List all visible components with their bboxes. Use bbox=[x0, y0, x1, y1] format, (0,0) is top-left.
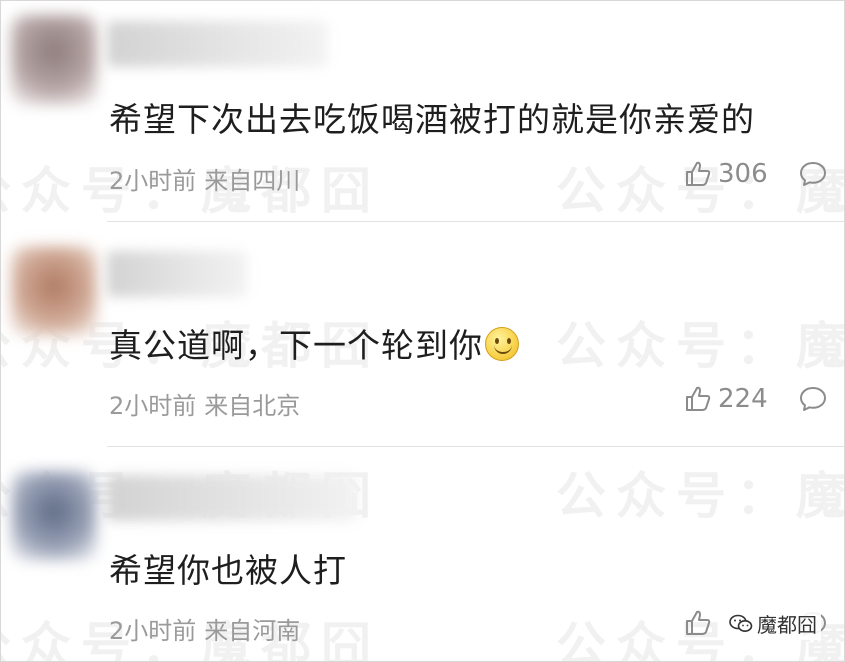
smile-emoji bbox=[485, 327, 519, 361]
divider bbox=[107, 221, 844, 222]
reply-icon[interactable] bbox=[798, 384, 828, 414]
comment-time: 2小时前 bbox=[109, 167, 197, 195]
avatar[interactable] bbox=[11, 246, 97, 336]
like-button[interactable]: 306 bbox=[684, 159, 768, 189]
comment-text: 希望下次出去吃饭喝酒被打的就是你亲爱的 bbox=[109, 100, 755, 139]
comment-location: 来自北京 bbox=[204, 392, 301, 420]
comment-feed: 公众号：魔都囧 公众号：魔都囧 公众号：魔都囧 公众号：魔都囧 公众号：魔都囧 … bbox=[0, 0, 845, 662]
comment-text: 希望你也被人打 bbox=[109, 551, 347, 590]
comment-meta: 2小时前 来自河南 bbox=[109, 611, 300, 646]
watermark: 公众号：魔都囧 bbox=[556, 467, 845, 525]
like-button[interactable]: 224 bbox=[684, 384, 768, 414]
reply-icon[interactable] bbox=[798, 159, 828, 189]
divider bbox=[107, 446, 844, 447]
comment-text-body: 真公道啊，下一个轮到你 bbox=[109, 326, 483, 365]
comment-location: 来自河南 bbox=[204, 617, 301, 645]
like-button[interactable] bbox=[684, 609, 718, 637]
source-badge: 魔都囧 bbox=[725, 607, 821, 640]
badge-label: 魔都囧 bbox=[757, 613, 817, 637]
comment-time: 2小时前 bbox=[109, 392, 197, 420]
comment-text: 真公道啊，下一个轮到你 bbox=[109, 319, 519, 367]
watermark: 公众号：魔都囧 bbox=[556, 317, 845, 375]
like-count: 224 bbox=[718, 384, 768, 414]
comment-location: 来自四川 bbox=[204, 167, 301, 195]
comment-time: 2小时前 bbox=[109, 617, 197, 645]
like-count: 306 bbox=[718, 159, 768, 189]
thumbs-up-icon bbox=[686, 610, 711, 635]
comment-meta: 2小时前 来自北京 bbox=[109, 386, 300, 421]
thumbs-up-icon bbox=[686, 161, 711, 186]
username-blurred[interactable] bbox=[107, 251, 247, 297]
avatar[interactable] bbox=[11, 15, 97, 105]
username-blurred[interactable] bbox=[107, 475, 357, 521]
username-blurred[interactable] bbox=[107, 21, 327, 67]
wechat-icon bbox=[729, 614, 753, 632]
avatar[interactable] bbox=[11, 471, 97, 561]
thumbs-up-icon bbox=[686, 386, 711, 411]
comment-meta: 2小时前 来自四川 bbox=[109, 161, 300, 196]
